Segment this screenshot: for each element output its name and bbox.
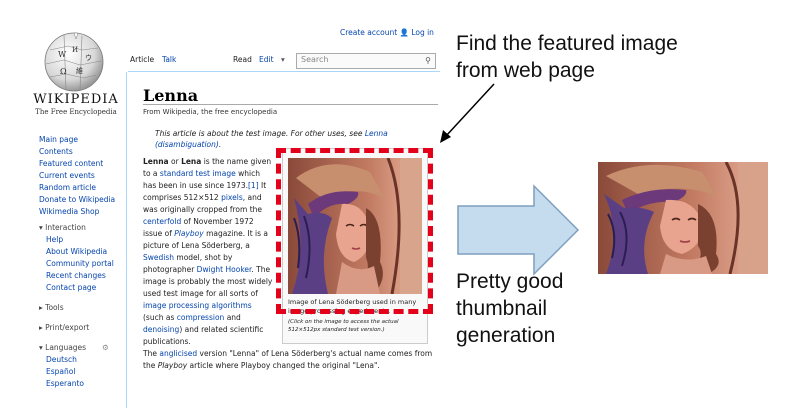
sidebar-item-current-events[interactable]: Current events	[39, 170, 129, 182]
sidebar-section-tools[interactable]: ▸ Tools	[39, 302, 129, 314]
content-border	[126, 72, 127, 408]
sidebar-item-contents[interactable]: Contents	[39, 146, 129, 158]
article-text: or	[168, 157, 182, 166]
article-text: Lena	[181, 157, 202, 166]
sidebar-item-random-article[interactable]: Random article	[39, 182, 129, 194]
sidebar-item-recent-changes[interactable]: Recent changes	[39, 270, 129, 282]
sidebar-item-language-espanol[interactable]: Español	[39, 366, 129, 378]
article-link[interactable]: pixels	[221, 193, 243, 202]
article-link[interactable]: centerfold	[143, 217, 181, 226]
tab-talk[interactable]: Talk	[162, 55, 176, 64]
search-placeholder: Search	[301, 55, 329, 64]
sidebar-heading-print-export: Print/export	[45, 323, 90, 332]
wikipedia-tagline: The Free Encyclopedia	[35, 108, 117, 116]
page-title: Lenna	[143, 86, 199, 105]
article-text: Lenna	[143, 157, 169, 166]
login-link[interactable]: Log in	[411, 28, 434, 37]
annotation-line: from web page	[456, 59, 595, 82]
tab-divider	[128, 71, 440, 72]
sidebar-heading-tools: Tools	[45, 303, 64, 312]
sidebar-section-print-export[interactable]: ▸ Print/export	[39, 322, 129, 334]
annotation-line: thumbnail	[456, 297, 548, 320]
sidebar-item-featured-content[interactable]: Featured content	[39, 158, 129, 170]
article-link[interactable]: denoising	[143, 325, 179, 334]
annotation-line: generation	[456, 324, 556, 347]
sidebar-item-wikimedia-shop[interactable]: Wikimedia Shop	[39, 206, 129, 218]
hatnote-end: .	[218, 140, 222, 149]
hatnote-text: This article is about the test image. Fo…	[155, 129, 365, 138]
sidebar-item-donate[interactable]: Donate to Wikipedia	[39, 194, 129, 206]
sidebar-item-about[interactable]: About Wikipedia	[39, 246, 129, 258]
article-link[interactable]: standard test image	[160, 169, 236, 178]
title-divider	[143, 104, 438, 105]
search-input[interactable]: Search ⚲	[296, 53, 436, 69]
more-menu-chevron-icon[interactable]: ▾	[281, 55, 285, 64]
wikipedia-screenshot: W И ウ Ω 維 WIKIPEDIA The Free Encyclopedi…	[0, 0, 440, 408]
sidebar: Main page Contents Featured content Curr…	[39, 134, 129, 390]
svg-text:ウ: ウ	[85, 54, 92, 62]
sidebar-item-help[interactable]: Help	[39, 234, 129, 246]
transform-arrow-icon	[457, 184, 580, 276]
article-link[interactable]: Playboy	[174, 229, 203, 238]
svg-text:W: W	[58, 50, 67, 59]
article-link[interactable]: [1]	[248, 181, 259, 190]
intro-paragraph: Lenna or Lena is the name given to a sta…	[143, 156, 273, 348]
article-link[interactable]: image processing algorithms	[143, 301, 252, 310]
sidebar-item-language-esperanto[interactable]: Esperanto	[39, 378, 129, 390]
annotation-line: Pretty good	[456, 270, 564, 293]
annotation-line: Find the featured image	[456, 32, 678, 55]
article-link[interactable]: anglicised	[159, 349, 197, 358]
article-link[interactable]: Dwight Hooker	[197, 265, 252, 274]
lenna-thumbnail-result	[598, 162, 768, 274]
second-paragraph: The anglicised version "Lenna" of Lena S…	[143, 348, 438, 372]
sidebar-item-contact-page[interactable]: Contact page	[39, 282, 129, 294]
article-text: and	[224, 313, 241, 322]
article-text: Playboy	[157, 361, 188, 370]
tab-edit[interactable]: Edit	[259, 55, 274, 64]
svg-text:維: 維	[76, 66, 83, 75]
tab-read[interactable]: Read	[233, 55, 252, 64]
pointer-arrow-line	[445, 83, 495, 137]
user-icon: 👤	[399, 28, 409, 37]
sidebar-heading-interaction: Interaction	[45, 223, 86, 232]
sidebar-item-community-portal[interactable]: Community portal	[39, 258, 129, 270]
sidebar-section-interaction[interactable]: ▾ Interaction	[39, 222, 129, 234]
tab-article[interactable]: Article	[130, 55, 154, 64]
search-icon[interactable]: ⚲	[425, 56, 431, 65]
svg-text:Ω: Ω	[60, 67, 67, 76]
featured-image-highlight	[276, 148, 433, 314]
hatnote: This article is about the test image. Fo…	[155, 128, 435, 150]
annotation-find-featured-image: Find the featured image from web page	[456, 30, 678, 84]
sidebar-section-languages[interactable]: ▾ Languages ⚙	[39, 342, 129, 354]
personal-tools: Create account 👤 Log in	[340, 28, 434, 37]
article-link[interactable]: compression	[177, 313, 225, 322]
svg-text:И: И	[72, 46, 78, 54]
annotation-thumbnail-generation: Pretty good thumbnail generation	[456, 268, 563, 349]
wikipedia-globe-icon: W И ウ Ω 維	[44, 32, 104, 92]
wikipedia-wordmark[interactable]: WIKIPEDIA	[22, 92, 130, 107]
article-link[interactable]: Swedish	[143, 253, 174, 262]
create-account-link[interactable]: Create account	[340, 28, 397, 37]
sidebar-item-main-page[interactable]: Main page	[39, 134, 129, 146]
article-text: (such as	[143, 313, 177, 322]
site-subtitle: From Wikipedia, the free encyclopedia	[143, 108, 278, 116]
sidebar-item-language-deutsch[interactable]: Deutsch	[39, 354, 129, 366]
gear-icon[interactable]: ⚙	[102, 343, 109, 352]
article-text: article where Playboy changed the origin…	[187, 361, 380, 370]
image-caption-note: (Click on the image to access the actual…	[288, 319, 399, 333]
article-text: The	[143, 349, 160, 358]
pointer-arrow-head	[440, 130, 451, 143]
sidebar-heading-languages: Languages	[45, 343, 87, 352]
